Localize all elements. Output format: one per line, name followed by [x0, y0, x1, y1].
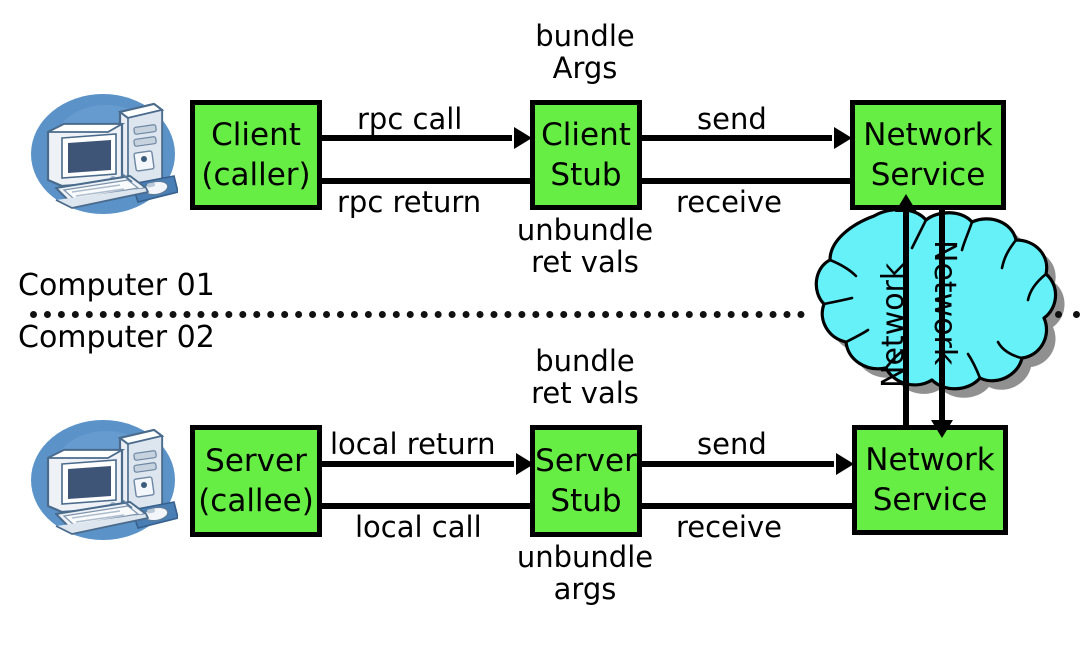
node-client-stub-line1: Client	[541, 116, 631, 153]
edge-local-call	[322, 503, 530, 509]
node-server-stub[interactable]: Server Stub	[530, 425, 642, 537]
edge-send-bottom-label: send	[697, 427, 767, 461]
node-client[interactable]: Client (caller)	[190, 100, 322, 210]
node-network-service-top-line1: Network	[863, 116, 993, 153]
annotation-server-stub-above-line2: ret vals	[531, 376, 639, 411]
edge-receive-top-label: receive	[676, 185, 782, 219]
edge-local-return-label: local return	[330, 427, 496, 461]
annotation-client-stub-below: unbundle ret vals	[505, 214, 665, 279]
edge-receive-bottom	[642, 503, 854, 509]
annotation-client-stub-above: bundle Args	[510, 20, 660, 85]
desktop-computer-icon-bottom	[28, 414, 179, 546]
annotation-client-stub-above-line2: Args	[552, 51, 618, 86]
annotation-server-stub-below: unbundle args	[505, 541, 665, 606]
node-server-line2: (callee)	[198, 483, 314, 519]
edge-receive-top	[642, 178, 852, 184]
node-network-service-bottom[interactable]: Network Service	[852, 425, 1008, 535]
annotation-server-stub-above: bundle ret vals	[505, 345, 665, 410]
node-network-service-bottom-line2: Service	[872, 482, 988, 518]
node-client-stub-line2: Stub	[550, 157, 622, 193]
desktop-computer-icon-top	[28, 88, 179, 220]
node-client-line1: Client	[211, 116, 301, 153]
edge-send-bottom	[642, 461, 834, 467]
node-network-service-top-line2: Service	[870, 157, 986, 193]
edge-local-call-label: local call	[355, 510, 482, 544]
network-cloud-label-right: Network	[927, 240, 962, 366]
network-cloud-label-left: Network	[876, 262, 911, 388]
annotation-server-stub-below-line2: args	[553, 572, 617, 607]
machine-divider-right	[1055, 311, 1080, 318]
node-server-stub-line1: Server	[535, 442, 637, 479]
node-server[interactable]: Server (callee)	[190, 425, 322, 537]
machine-label-computer-02: Computer 02	[18, 320, 215, 355]
annotation-server-stub-below-line1: unbundle	[516, 540, 654, 574]
edge-local-return	[322, 461, 514, 467]
node-client-stub[interactable]: Client Stub	[530, 100, 642, 210]
node-server-line1: Server	[205, 442, 307, 479]
annotation-client-stub-below-line2: ret vals	[531, 245, 639, 280]
annotation-server-stub-above-line1: bundle	[535, 344, 635, 378]
edge-rpc-return	[322, 178, 530, 184]
node-client-line2: (caller)	[201, 157, 311, 193]
edge-send-top-label: send	[697, 102, 767, 136]
edge-rpc-return-label: rpc return	[337, 185, 482, 219]
rpc-diagram: Client (caller) rpc call rpc return bund…	[0, 0, 1080, 649]
annotation-client-stub-above-line1: bundle	[535, 19, 635, 53]
node-network-service-top[interactable]: Network Service	[850, 100, 1006, 210]
node-server-stub-line2: Stub	[550, 483, 622, 519]
machine-label-computer-01: Computer 01	[18, 268, 215, 303]
node-network-service-bottom-line1: Network	[865, 441, 995, 478]
edge-rpc-call-label: rpc call	[357, 102, 463, 136]
annotation-client-stub-below-line1: unbundle	[516, 213, 654, 247]
machine-divider-left	[30, 311, 805, 318]
edge-receive-bottom-label: receive	[676, 510, 782, 544]
